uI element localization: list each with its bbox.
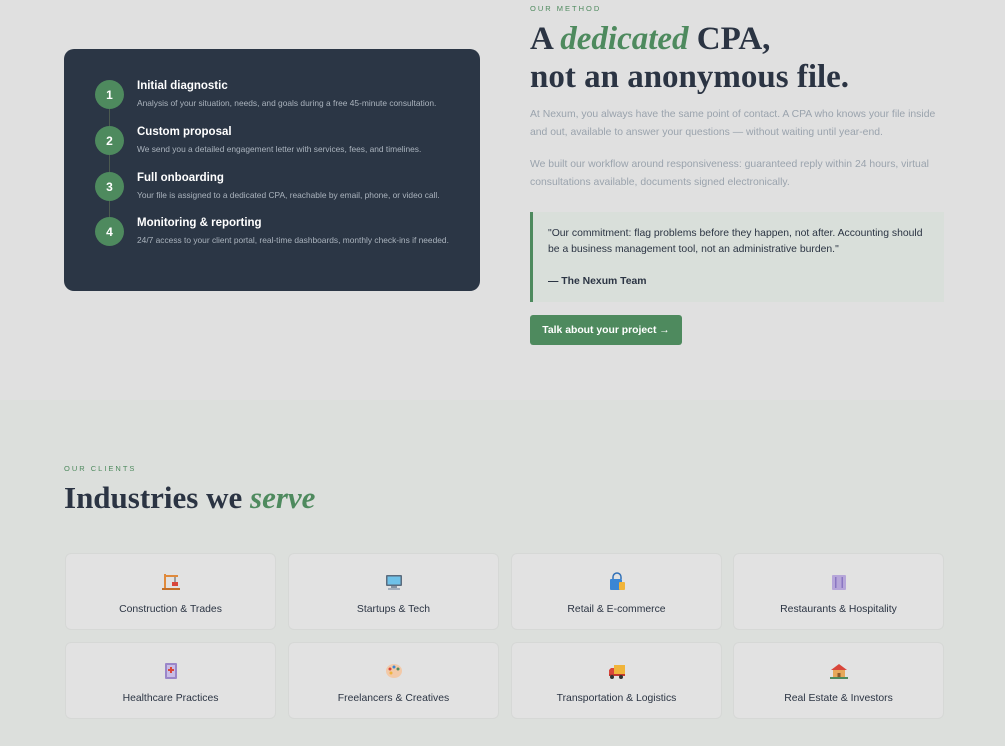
utensils-icon [734,571,943,593]
shopping-bag-icon [512,571,721,593]
process-steps-card: 1 Initial diagnostic Analysis of your si… [64,49,480,291]
method-section: 1 Initial diagnostic Analysis of your si… [0,0,1005,400]
commitment-quote: "Our commitment: flag problems before th… [530,212,944,302]
industry-label: Freelancers & Creatives [337,693,450,704]
headline-line2: not an anonymous file. [530,59,850,95]
headline-accent: dedicated [560,21,689,57]
computer-icon [289,571,498,593]
clients-eyebrow: OUR CLIENTS [64,464,137,473]
industry-tile-restaurants[interactable]: Restaurants & Hospitality [733,553,944,630]
industry-label: Startups & Tech [356,604,431,615]
construction-icon [66,571,275,593]
palette-icon [289,660,498,682]
medical-icon [66,660,275,682]
step-title: Monitoring & reporting [137,217,262,229]
method-eyebrow: OUR METHOD [530,4,602,13]
method-headline: A dedicated CPA, not an anonymous file. [530,20,849,96]
step-number-badge: 1 [95,80,124,109]
industry-label: Restaurants & Hospitality [780,604,897,615]
step-description: Your file is assigned to a dedicated CPA… [137,190,440,200]
industry-tile-construction[interactable]: Construction & Trades [65,553,276,630]
truck-icon [512,660,721,682]
clients-section: OUR CLIENTS Industries we serve Construc… [0,400,1005,746]
steps-connector-line [109,99,110,234]
industry-tile-healthcare[interactable]: Healthcare Practices [65,642,276,719]
industries-title: Industries we serve [64,480,315,516]
industry-tile-startups[interactable]: Startups & Tech [288,553,499,630]
talk-about-project-button[interactable]: Talk about your project → [530,315,682,345]
industries-title-accent: serve [250,480,316,515]
industry-tile-transportation[interactable]: Transportation & Logistics [511,642,722,719]
step-description: 24/7 access to your client portal, real-… [137,235,449,245]
industry-tile-real-estate[interactable]: Real Estate & Investors [733,642,944,719]
step-title: Full onboarding [137,172,224,184]
step-description: Analysis of your situation, needs, and g… [137,98,437,108]
headline-text: A [530,21,561,57]
industry-label: Construction & Trades [119,604,222,615]
headline-text: CPA, [688,21,771,57]
step-number-badge: 2 [95,126,124,155]
quote-text: "Our commitment: flag problems before th… [548,228,923,255]
quote-author: — The Nexum Team [548,276,647,287]
step-title: Custom proposal [137,126,232,138]
step-number-badge: 3 [95,172,124,201]
industry-tile-retail[interactable]: Retail & E-commerce [511,553,722,630]
method-paragraph-2: We built our workflow around responsiven… [530,159,929,188]
industry-label: Retail & E-commerce [567,604,666,615]
step-number-badge: 4 [95,217,124,246]
industry-label: Transportation & Logistics [556,693,677,704]
method-paragraph-1: At Nexum, you always have the same point… [530,109,936,138]
house-icon [734,660,943,682]
step-title: Initial diagnostic [137,80,228,92]
step-description: We send you a detailed engagement letter… [137,144,422,154]
industry-tile-freelancers[interactable]: Freelancers & Creatives [288,642,499,719]
industries-title-text: Industries we [64,480,251,515]
industry-label: Real Estate & Investors [784,693,893,704]
industry-label: Healthcare Practices [122,693,219,704]
